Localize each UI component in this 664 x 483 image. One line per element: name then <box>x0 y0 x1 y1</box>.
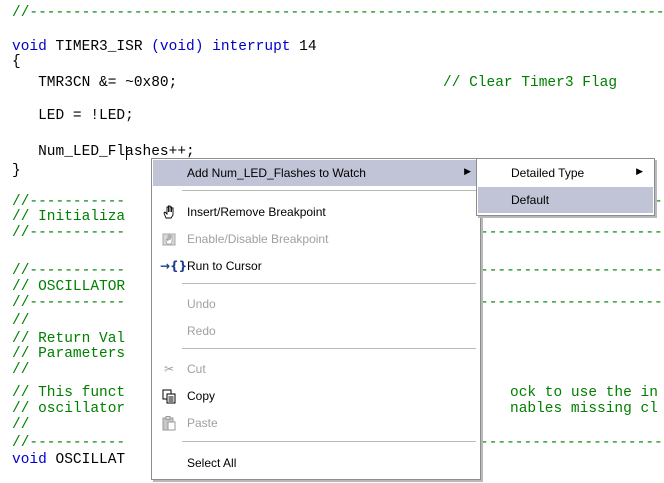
keyword: void <box>12 452 47 468</box>
function-name: OSCILLAT <box>46 452 126 468</box>
context-menu: Add Num_LED_Flashes to Watch ▶ Insert/Re… <box>151 158 481 480</box>
code-line: //----------- <box>12 435 126 451</box>
code-line-tail: ---------------------- <box>480 295 664 311</box>
menu-item-label: Select All <box>187 456 237 470</box>
redo-item[interactable]: Redo <box>153 318 479 344</box>
menu-item-label: Cut <box>187 362 206 376</box>
submenu-arrow-icon: ▶ <box>464 166 471 176</box>
undo-item[interactable]: Undo <box>153 291 479 317</box>
menu-item-label: Enable/Disable Breakpoint <box>187 232 329 246</box>
code-line: //----------- <box>12 295 126 311</box>
code-line-tail: nables missing cl <box>510 401 658 417</box>
select-all-item[interactable]: Select All <box>153 450 479 476</box>
menu-separator <box>182 190 476 191</box>
code-line: //----------- <box>12 225 126 241</box>
text-cursor <box>126 146 127 160</box>
code-line-tail: ---------------------- <box>480 263 664 279</box>
copy-icon <box>160 388 178 404</box>
menu-item-label: Undo <box>187 297 216 311</box>
clipboard-icon <box>160 415 178 431</box>
menu-item-label: Run to Cursor <box>187 259 262 273</box>
keyword: interrupt <box>203 39 291 55</box>
enable-disable-breakpoint-item[interactable]: Enable/Disable Breakpoint <box>153 226 479 252</box>
submenu-item-label: Default <box>511 193 550 207</box>
menu-item-label: Add Num_LED_Flashes to Watch <box>187 166 366 180</box>
submenu-item-label: Detailed Type <box>511 166 585 180</box>
paste-item[interactable]: Paste <box>153 410 479 436</box>
menu-item-label: Insert/Remove Breakpoint <box>187 205 326 219</box>
code-line-tail: ---------------------- <box>480 435 664 451</box>
menu-item-label: Redo <box>187 324 216 338</box>
detailed-type-item[interactable]: Detailed Type ▶ <box>478 160 653 186</box>
scissors-icon: ✂ <box>163 362 175 376</box>
menu-separator <box>182 348 476 349</box>
code-line: // <box>12 417 30 433</box>
code-line: } <box>12 163 21 179</box>
code-comment: // Clear Timer3 Flag <box>443 75 618 91</box>
code-line-tail: ---------------------- <box>480 225 664 241</box>
code-line: //--------------------------------------… <box>12 5 664 21</box>
code-line: void OSCILLAT <box>12 451 125 469</box>
code-line: TMR3CN &= ~0x80; <box>12 75 178 91</box>
code-line: { <box>12 54 21 70</box>
interrupt-number: 14 <box>290 39 317 55</box>
watch-submenu: Detailed Type ▶ Default <box>476 158 655 216</box>
menu-item-label: Copy <box>187 389 216 403</box>
submenu-arrow-icon: ▶ <box>636 166 643 176</box>
copy-item[interactable]: Copy <box>153 383 479 409</box>
insert-remove-breakpoint-item[interactable]: Insert/Remove Breakpoint <box>153 199 479 225</box>
menu-item-label: Paste <box>187 416 218 430</box>
add-to-watch-item[interactable]: Add Num_LED_Flashes to Watch ▶ <box>153 160 479 186</box>
code-line: // <box>12 362 30 378</box>
code-line: // <box>12 313 30 329</box>
menu-separator <box>182 441 476 442</box>
cut-item[interactable]: ✂ Cut <box>153 356 479 382</box>
run-to-cursor-icon: →{} <box>160 259 188 273</box>
hand-icon <box>160 204 178 220</box>
hand-disabled-icon <box>160 231 178 247</box>
keyword: (void) <box>151 39 204 55</box>
menu-separator <box>182 283 476 284</box>
code-line: void TIMER3_ISR (void) interrupt 14 <box>12 38 317 56</box>
default-item[interactable]: Default <box>478 187 653 213</box>
code-line: LED = !LED; <box>12 108 134 124</box>
function-name: TIMER3_ISR <box>46 39 152 55</box>
run-to-cursor-item[interactable]: →{} Run to Cursor <box>153 253 479 279</box>
